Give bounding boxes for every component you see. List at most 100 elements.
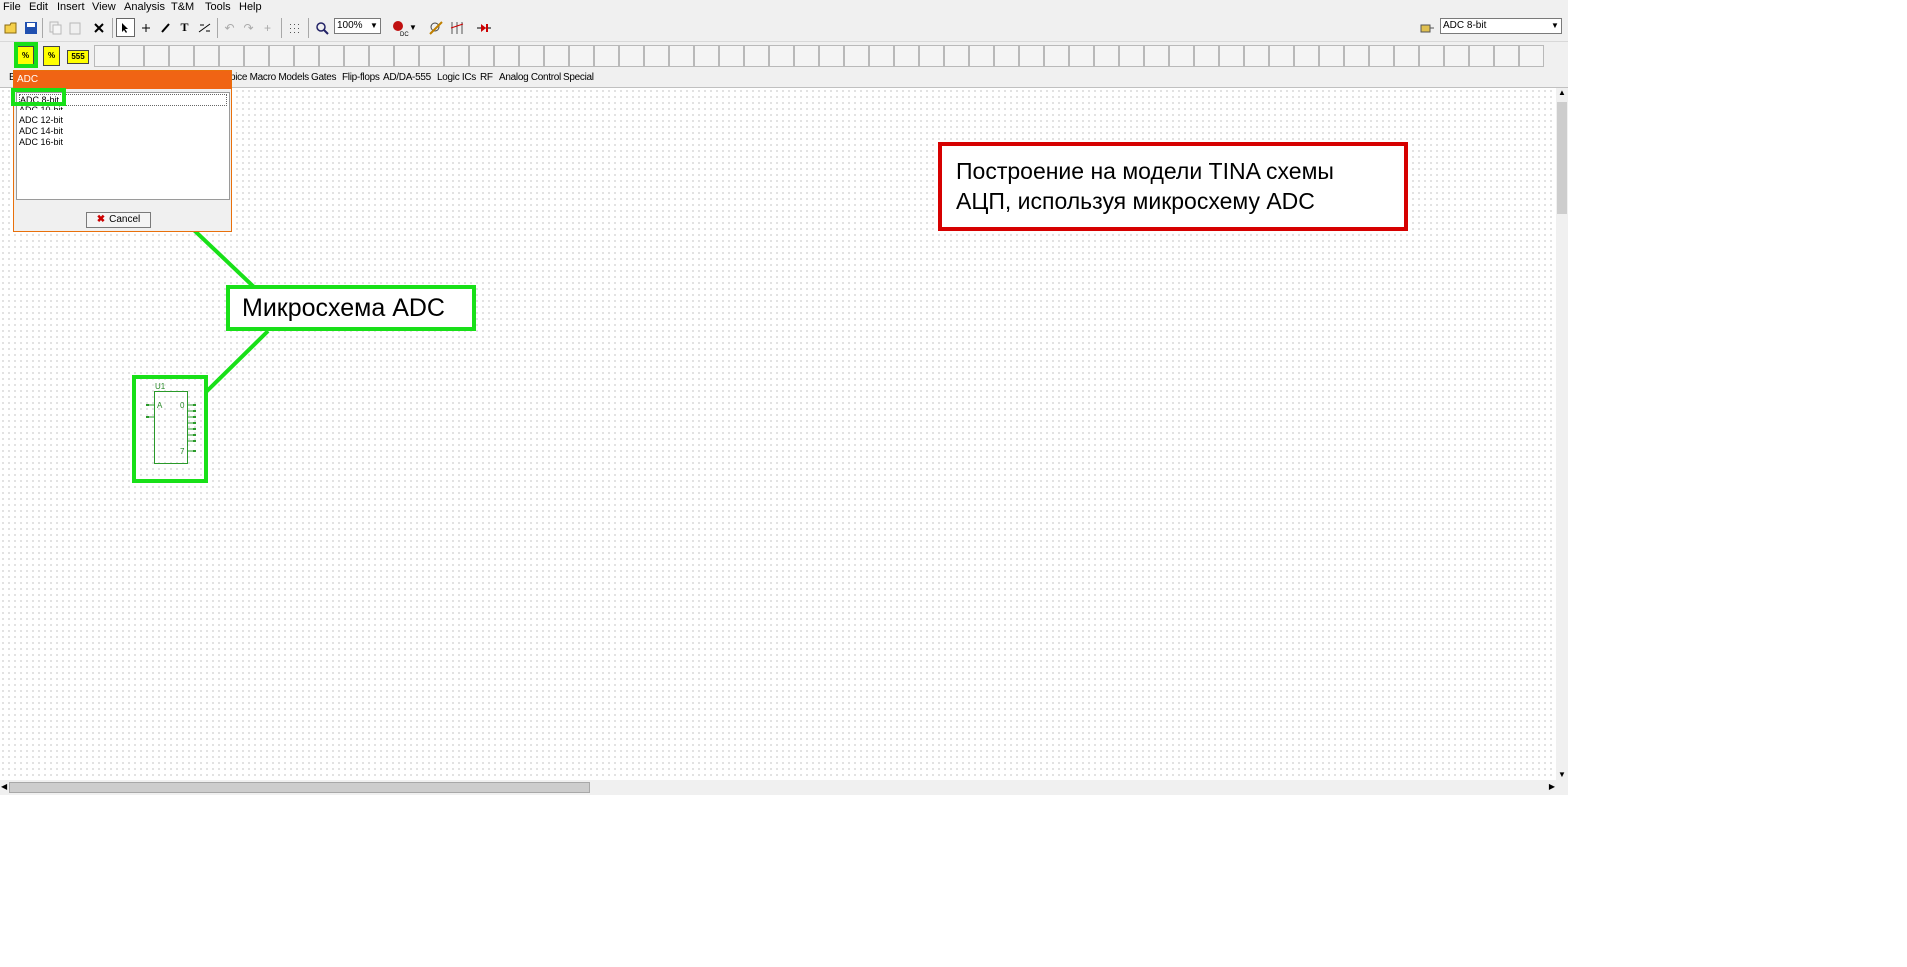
- horizontal-scrollbar[interactable]: ◀ ▶: [0, 780, 1568, 795]
- save-icon[interactable]: [21, 18, 40, 37]
- zoom-dropdown[interactable]: 100% ▼: [334, 18, 381, 34]
- empty-part-slot: [1219, 45, 1244, 67]
- component-dropdown[interactable]: ADC 8-bit ▼: [1440, 18, 1562, 34]
- tab-gates[interactable]: Gates: [311, 72, 336, 83]
- empty-part-slot: [394, 45, 419, 67]
- tab-analog-control[interactable]: Analog Control: [499, 72, 561, 83]
- grid-icon[interactable]: [286, 18, 305, 37]
- menu-tools[interactable]: Tools: [205, 1, 231, 13]
- text-tool-icon[interactable]: T: [175, 18, 194, 37]
- toolbar-separator: [308, 18, 309, 38]
- empty-part-slot: [919, 45, 944, 67]
- empty-part-slot: [544, 45, 569, 67]
- main-toolbar: T ↶ ↷ + 100% ▼ DC ▼ ADC 8-bit ▼: [0, 15, 1568, 42]
- tab-spice-macro-models[interactable]: pice Macro Models: [230, 72, 309, 83]
- scroll-right-icon[interactable]: ▶: [1549, 782, 1555, 791]
- ic-pins: [146, 404, 196, 452]
- list-item-adc-14bit[interactable]: ADC 14-bit: [19, 126, 63, 136]
- menu-analysis[interactable]: Analysis: [124, 1, 165, 13]
- cancel-label: Cancel: [109, 214, 141, 225]
- empty-part-slot: [944, 45, 969, 67]
- parts-bar: % % 555: [0, 42, 1568, 70]
- chevron-down-icon[interactable]: ▼: [409, 18, 417, 37]
- list-item-adc-12bit[interactable]: ADC 12-bit: [19, 115, 63, 125]
- empty-part-slot: [194, 45, 219, 67]
- empty-part-slot: [844, 45, 869, 67]
- empty-part-slot: [219, 45, 244, 67]
- empty-part-slot: [144, 45, 169, 67]
- probe-icon[interactable]: [426, 18, 445, 37]
- zoom-icon[interactable]: [312, 18, 331, 37]
- empty-part-slot: [669, 45, 694, 67]
- close-icon[interactable]: [89, 18, 108, 37]
- empty-part-slot: [1494, 45, 1519, 67]
- menu-edit[interactable]: Edit: [29, 1, 48, 13]
- menu-help[interactable]: Help: [239, 1, 262, 13]
- redo-icon[interactable]: ↷: [239, 18, 258, 37]
- empty-part-slot: [119, 45, 144, 67]
- tab-logic-ics[interactable]: Logic ICs: [437, 72, 476, 83]
- empty-part-slot: [169, 45, 194, 67]
- empty-part-slot: [1019, 45, 1044, 67]
- scroll-up-icon[interactable]: ▲: [1558, 88, 1566, 97]
- chevron-down-icon: ▼: [370, 21, 378, 30]
- empty-part-slot: [1319, 45, 1344, 67]
- horizontal-scroll-thumb[interactable]: [9, 782, 590, 793]
- task-title-line2: АЦП, используя микросхему ADC: [956, 188, 1315, 214]
- component-value: ADC 8-bit: [1443, 20, 1487, 31]
- tab-ad-da-555[interactable]: AD/DA-555: [383, 72, 431, 83]
- menu-view[interactable]: View: [92, 1, 116, 13]
- empty-part-slot: [519, 45, 544, 67]
- ic-reference: U1: [155, 382, 166, 391]
- cancel-button[interactable]: ✖ Cancel: [86, 212, 151, 228]
- empty-part-slot: [369, 45, 394, 67]
- empty-part-slot: [1344, 45, 1369, 67]
- tab-flip-flops[interactable]: Flip-flops: [342, 72, 380, 83]
- meter-icon[interactable]: [447, 18, 466, 37]
- crosshair-icon[interactable]: +: [258, 18, 277, 37]
- undo-icon[interactable]: ↶: [220, 18, 239, 37]
- task-title-line1: Построение на модели TINA схемы: [956, 158, 1334, 184]
- tab-special[interactable]: Special: [563, 72, 594, 83]
- timer-555-part-icon[interactable]: 555: [67, 50, 89, 64]
- menu-tm[interactable]: T&M: [171, 1, 194, 13]
- menu-file[interactable]: File: [3, 1, 21, 13]
- toolbar-separator: [112, 18, 113, 38]
- component-place-icon[interactable]: [1417, 18, 1436, 37]
- vertical-scrollbar[interactable]: ▲ ▼: [1556, 88, 1568, 780]
- empty-part-slot: [1044, 45, 1069, 67]
- list-item-adc-16bit[interactable]: ADC 16-bit: [19, 137, 63, 147]
- diode-icon[interactable]: [474, 18, 493, 37]
- empty-part-slot: [619, 45, 644, 67]
- empty-part-slot: [1069, 45, 1094, 67]
- dac-part-icon[interactable]: %: [43, 46, 60, 66]
- empty-part-slot: [444, 45, 469, 67]
- empty-part-slot: [819, 45, 844, 67]
- empty-part-slot: [719, 45, 744, 67]
- copy-icon[interactable]: [45, 18, 64, 37]
- pointer-icon[interactable]: [116, 18, 135, 37]
- toolbar-separator: [281, 18, 282, 38]
- paste-icon[interactable]: [65, 18, 84, 37]
- empty-part-slot: [1144, 45, 1169, 67]
- empty-part-slot: [1394, 45, 1419, 67]
- empty-part-slot: [294, 45, 319, 67]
- tab-rf[interactable]: RF: [480, 72, 493, 83]
- adc-model-list[interactable]: ADC 8-bit ADC 10-bit ADC 12-bit ADC 14-b…: [16, 92, 230, 200]
- dc-analysis-icon[interactable]: DC: [390, 18, 409, 37]
- empty-part-slot: [269, 45, 294, 67]
- empty-part-slot: [419, 45, 444, 67]
- open-icon[interactable]: [2, 18, 21, 37]
- empty-part-slot: [1169, 45, 1194, 67]
- menu-insert[interactable]: Insert: [57, 1, 85, 13]
- wire-icon[interactable]: [136, 18, 155, 37]
- svg-text:DC: DC: [400, 32, 409, 37]
- empty-part-slot: [694, 45, 719, 67]
- tag-icon[interactable]: [195, 18, 214, 37]
- pen-icon[interactable]: [156, 18, 175, 37]
- scroll-left-icon[interactable]: ◀: [1, 782, 7, 791]
- vertical-scroll-thumb[interactable]: [1557, 102, 1567, 214]
- scroll-down-icon[interactable]: ▼: [1558, 770, 1566, 779]
- empty-part-slot: [344, 45, 369, 67]
- empty-part-slot: [769, 45, 794, 67]
